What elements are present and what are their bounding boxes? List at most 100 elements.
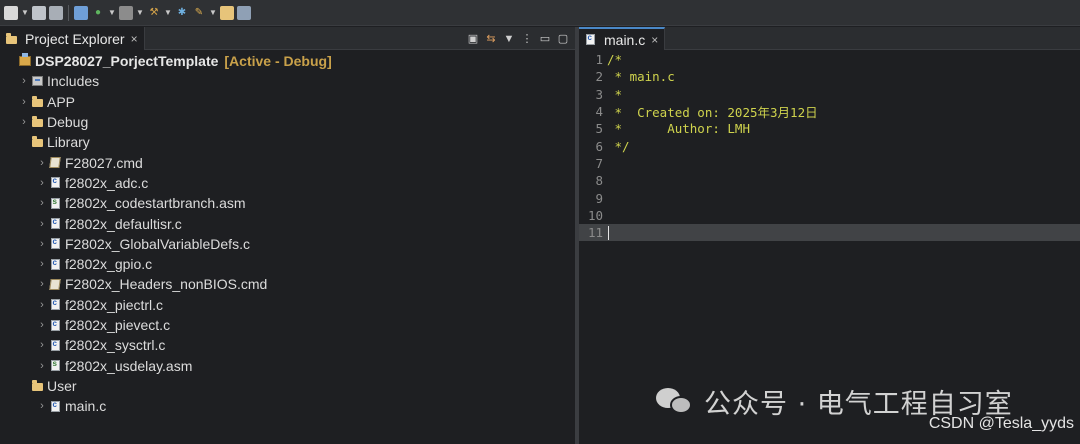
- tree-item-label: f2802x_piectrl.c: [65, 296, 164, 313]
- expand-chevron-icon[interactable]: ›: [18, 75, 30, 87]
- tree-item[interactable]: › f2802x_usdelay.asm: [0, 355, 575, 375]
- expand-chevron-icon[interactable]: ›: [36, 177, 48, 189]
- tree-item-label: F2802x_Headers_nonBIOS.cmd: [65, 276, 268, 293]
- tab-project-explorer[interactable]: Project Explorer ×: [0, 27, 145, 50]
- code-line[interactable]: 9: [579, 189, 1080, 206]
- save-icon[interactable]: [32, 5, 46, 20]
- tree-item[interactable]: › f2802x_pievect.c: [0, 315, 575, 335]
- code-line[interactable]: 6 */: [579, 137, 1080, 154]
- code-line[interactable]: 2 * main.c: [579, 68, 1080, 85]
- tree-item[interactable]: › f2802x_piectrl.c: [0, 295, 575, 315]
- c-file-icon: [48, 217, 62, 231]
- minimize-icon[interactable]: ▭: [539, 32, 551, 46]
- code-line[interactable]: 11: [579, 223, 1080, 242]
- console-icon[interactable]: [74, 5, 88, 20]
- expand-chevron-icon[interactable]: ›: [36, 238, 48, 250]
- maximize-icon[interactable]: ▢: [557, 32, 569, 46]
- save-all-icon[interactable]: [49, 5, 63, 20]
- view-menu-icon[interactable]: ⋮: [521, 32, 533, 46]
- tree-item-label: f2802x_usdelay.asm: [65, 357, 193, 374]
- tools-icon[interactable]: ✱: [175, 6, 189, 20]
- c-file-icon: [48, 318, 62, 332]
- build-dropdown-icon[interactable]: ▼: [164, 8, 172, 17]
- project-explorer-icon: [4, 32, 18, 46]
- line-text: */: [607, 138, 630, 154]
- expand-chevron-icon[interactable]: ›: [36, 258, 48, 270]
- tree-item[interactable]: › f2802x_adc.c: [0, 173, 575, 193]
- code-line[interactable]: 5 * Author: LMH: [579, 120, 1080, 137]
- text-cursor: [608, 225, 609, 240]
- tree-item[interactable]: › f2802x_gpio.c: [0, 254, 575, 274]
- collapse-all-icon[interactable]: ▣: [467, 32, 479, 46]
- tree-item[interactable]: › F2802x_GlobalVariableDefs.c: [0, 234, 575, 254]
- code-line[interactable]: 1/*: [579, 51, 1080, 68]
- tree-item[interactable]: › Includes: [0, 71, 575, 91]
- line-number: 1: [595, 52, 603, 68]
- expand-chevron-icon[interactable]: ›: [36, 218, 48, 230]
- tree-item-label: f2802x_codestartbranch.asm: [65, 195, 246, 212]
- tree-item[interactable]: › main.c: [0, 396, 575, 416]
- new-dropdown-icon[interactable]: ▼: [21, 8, 29, 17]
- pen-dropdown-icon[interactable]: ▼: [209, 8, 217, 17]
- tree-item-label: User: [47, 377, 77, 394]
- terminal-icon[interactable]: [237, 5, 251, 20]
- line-number: 11: [587, 225, 603, 241]
- c-file-icon: [48, 176, 62, 190]
- folder-open-icon[interactable]: [220, 5, 234, 20]
- new-icon[interactable]: [4, 5, 18, 20]
- expand-chevron-icon[interactable]: ›: [36, 339, 48, 351]
- expand-chevron-icon[interactable]: ›: [36, 360, 48, 372]
- code-line[interactable]: 4 * Created on: 2025年3月12日: [579, 103, 1080, 120]
- tree-item[interactable]: › F2802x_Headers_nonBIOS.cmd: [0, 274, 575, 294]
- line-number: 7: [595, 155, 603, 171]
- tree-item[interactable]: › Debug: [0, 112, 575, 132]
- flash-icon[interactable]: [119, 5, 133, 20]
- code-line[interactable]: 10: [579, 207, 1080, 224]
- project-tree: DSP28027_PorjectTemplate [Active - Debug…: [0, 51, 575, 416]
- tree-item[interactable]: › F28027.cmd: [0, 152, 575, 172]
- tree-item-label: F2802x_GlobalVariableDefs.c: [65, 235, 250, 252]
- tree-item-label: f2802x_defaultisr.c: [65, 215, 182, 232]
- link-with-editor-icon[interactable]: ⇆: [485, 32, 497, 46]
- asm-file-icon: [48, 359, 62, 373]
- tab-main-c[interactable]: main.c ×: [579, 27, 666, 50]
- tree-item[interactable]: › f2802x_sysctrl.c: [0, 335, 575, 355]
- close-icon[interactable]: ×: [651, 33, 658, 47]
- pen-icon[interactable]: ✎: [192, 6, 206, 20]
- expand-chevron-icon[interactable]: ›: [36, 319, 48, 331]
- expand-chevron-icon[interactable]: ›: [36, 278, 48, 290]
- code-line[interactable]: 8: [579, 172, 1080, 189]
- hammer-icon[interactable]: ⚒: [147, 6, 161, 20]
- project-root[interactable]: DSP28027_PorjectTemplate [Active - Debug…: [0, 51, 575, 71]
- line-text: * Author: LMH: [607, 121, 750, 137]
- folder-icon: [30, 135, 44, 149]
- tree-item-label: APP: [47, 93, 76, 110]
- tree-item[interactable]: Library: [0, 132, 575, 152]
- debug-icon[interactable]: ●: [91, 6, 105, 20]
- code-line[interactable]: 7: [579, 155, 1080, 172]
- tree-item[interactable]: › APP: [0, 92, 575, 112]
- expand-chevron-icon[interactable]: ›: [36, 157, 48, 169]
- tree-item[interactable]: › f2802x_defaultisr.c: [0, 213, 575, 233]
- folder-icon: [30, 95, 44, 109]
- tree-item[interactable]: › f2802x_codestartbranch.asm: [0, 193, 575, 213]
- expand-chevron-icon[interactable]: ›: [18, 96, 30, 108]
- tree-item[interactable]: User: [0, 376, 575, 396]
- expand-chevron-icon[interactable]: ›: [36, 299, 48, 311]
- line-number: 9: [595, 190, 603, 206]
- expand-chevron-icon[interactable]: ›: [36, 400, 48, 412]
- tree-item-label: Includes: [47, 73, 100, 90]
- expand-chevron-icon[interactable]: ›: [18, 116, 30, 128]
- tab-main-c-label: main.c: [604, 31, 646, 48]
- close-icon[interactable]: ×: [131, 32, 138, 46]
- debug-dropdown-icon[interactable]: ▼: [108, 8, 116, 17]
- code-area[interactable]: 1/* 2 * main.c 3 * 4 * Created on: 2025年3月1…: [579, 51, 1080, 242]
- tree-item-label: main.c: [65, 398, 107, 415]
- code-line[interactable]: 3 *: [579, 86, 1080, 103]
- tree-item-label: f2802x_pievect.c: [65, 317, 171, 333]
- expand-chevron-icon[interactable]: ›: [36, 197, 48, 209]
- main-toolbar: ▼ ● ▼ ▼ ⚒ ▼ ✱ ✎ ▼: [0, 0, 1080, 26]
- line-number: 4: [595, 104, 603, 120]
- filter-icon[interactable]: ▼: [503, 32, 515, 46]
- flash-dropdown-icon[interactable]: ▼: [136, 8, 144, 17]
